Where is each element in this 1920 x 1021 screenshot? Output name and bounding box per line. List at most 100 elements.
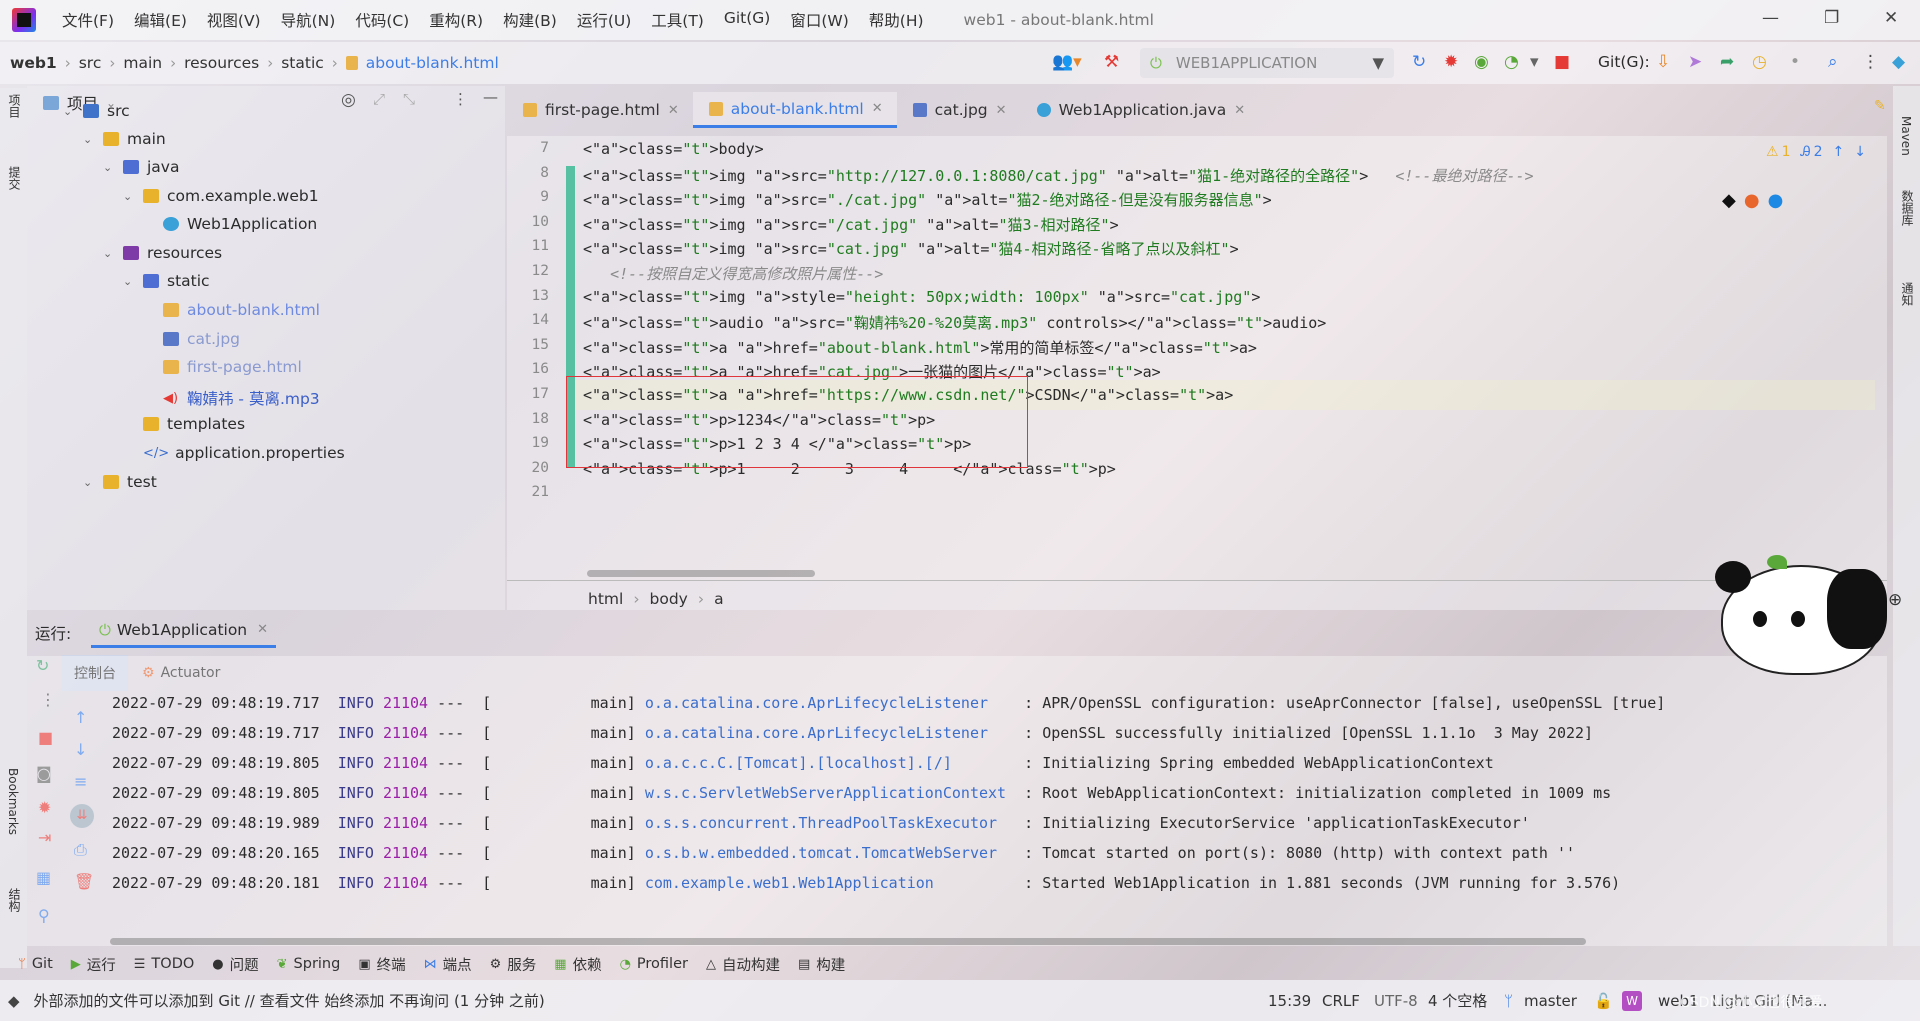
- git-rollback-icon[interactable]: •: [1790, 52, 1800, 72]
- tool-window-run[interactable]: ▶ 运行: [71, 954, 116, 975]
- file-encoding[interactable]: UTF-8: [1374, 992, 1418, 1010]
- tool-window-problems[interactable]: ● 问题: [212, 954, 258, 975]
- tree-item[interactable]: ⌄ src: [63, 102, 130, 120]
- tree-item[interactable]: ⌄ java: [103, 158, 179, 176]
- menu-item[interactable]: 运行(U): [567, 9, 641, 31]
- code-line[interactable]: <"a">class="t">audio "a">src="鞠婧祎%20-%20…: [583, 312, 1326, 333]
- code-line[interactable]: <"a">class="t">img "a">style="height: 50…: [583, 288, 1260, 306]
- tab-about-blank[interactable]: about-blank.html ✕: [692, 92, 897, 128]
- tree-item[interactable]: first-page.html: [143, 358, 302, 376]
- tool-window-git[interactable]: ᛘ Git: [18, 956, 53, 972]
- menu-item[interactable]: 工具(T): [641, 9, 714, 31]
- git-push-icon[interactable]: ➦: [1720, 52, 1734, 72]
- chevron-down-icon[interactable]: ⌄: [123, 190, 135, 203]
- breadcrumb-src[interactable]: src: [79, 54, 102, 72]
- tool-window-dependencies[interactable]: ▦ 依赖: [554, 954, 601, 975]
- log-line[interactable]: 2022-07-29 09:48:19.989 INFO 21104 --- […: [112, 814, 1530, 832]
- ai-assistant-icon[interactable]: ✎: [1874, 98, 1886, 114]
- breadcrumb-main[interactable]: main: [123, 54, 162, 72]
- log-line[interactable]: 2022-07-29 09:48:19.805 INFO 21104 --- […: [112, 754, 1494, 772]
- run-config-selector[interactable]: ⏻ WEB1APPLICATION ▼: [1140, 48, 1394, 78]
- code-line[interactable]: <"a">class="t">img "a">src="./cat.jpg" "…: [583, 189, 1272, 210]
- git-update-icon[interactable]: ⇩: [1656, 52, 1670, 72]
- git-branch[interactable]: master: [1524, 992, 1577, 1010]
- code-line[interactable]: <"a">class="t">img "a">src="http://127.0…: [583, 165, 1534, 186]
- indent-setting[interactable]: 4 个空格: [1428, 990, 1487, 1011]
- tool-window-terminal[interactable]: ▣ 终端: [358, 954, 405, 975]
- log-line[interactable]: 2022-07-29 09:48:20.181 INFO 21104 --- […: [112, 874, 1620, 892]
- firefox-icon[interactable]: ●: [1744, 190, 1760, 211]
- line-separator[interactable]: CRLF: [1322, 992, 1360, 1010]
- right-strip-notifications[interactable]: 通知: [1899, 282, 1916, 306]
- chevron-down-icon[interactable]: ⌄: [123, 275, 135, 288]
- tab-first-page[interactable]: first-page.html ✕: [507, 92, 693, 128]
- left-strip-commit[interactable]: 提交: [6, 166, 23, 190]
- tree-item[interactable]: ⌄ resources: [103, 244, 222, 262]
- close-window-icon[interactable]: ✕: [1884, 8, 1898, 28]
- tree-item[interactable]: </> application.properties: [123, 444, 345, 462]
- run-config-tab[interactable]: ⏻ Web1Application ✕: [91, 614, 277, 648]
- crumb-html[interactable]: html: [588, 590, 623, 608]
- code-line[interactable]: <"a">class="t">img "a">src="/cat.jpg" "a…: [583, 214, 1119, 235]
- code-line[interactable]: <"a">class="t">a "a">href="about-blank.h…: [583, 337, 1257, 358]
- menu-item[interactable]: Git(G): [714, 9, 781, 31]
- rerun-icon[interactable]: ↻: [1412, 52, 1426, 72]
- chevron-down-icon[interactable]: ⌄: [63, 105, 75, 118]
- console-horizontal-scrollbar[interactable]: [110, 938, 1586, 945]
- jetbrains-assistant-icon[interactable]: ◆: [1892, 52, 1905, 72]
- build-hammer-icon[interactable]: ⚒: [1104, 52, 1119, 72]
- tree-item[interactable]: cat.jpg: [143, 330, 240, 348]
- user-account-icon[interactable]: 👥▾: [1052, 52, 1082, 72]
- ime-toggle-icon[interactable]: ⊕: [1888, 590, 1902, 610]
- log-line[interactable]: 2022-07-29 09:48:19.717 INFO 21104 --- […: [112, 694, 1665, 712]
- intellij-browser-icon[interactable]: ◆: [1722, 190, 1736, 211]
- close-tab-icon[interactable]: ✕: [257, 622, 268, 637]
- chevron-down-icon[interactable]: ⌄: [103, 161, 115, 174]
- minimize-icon[interactable]: —: [1762, 8, 1779, 28]
- tool-window-services[interactable]: ⚙ 服务: [490, 954, 537, 975]
- close-tab-icon[interactable]: ✕: [872, 101, 883, 116]
- lock-icon[interactable]: 🔓: [1594, 992, 1613, 1010]
- profiler-icon[interactable]: ◔: [1504, 52, 1519, 72]
- code-line[interactable]: <"a">class="t">img "a">src="cat.jpg" "a"…: [583, 238, 1239, 259]
- breadcrumb-project[interactable]: web1: [10, 54, 57, 72]
- tool-window-endpoints[interactable]: ⋈ 端点: [424, 954, 472, 975]
- code-line[interactable]: <"a">class="t">body>: [583, 140, 764, 158]
- menu-item[interactable]: 文件(F): [52, 9, 124, 31]
- edge-icon[interactable]: ●: [1768, 190, 1784, 211]
- intellij-logo-icon[interactable]: [12, 8, 36, 32]
- git-commit-icon[interactable]: ➤: [1688, 52, 1702, 72]
- close-tab-icon[interactable]: ✕: [996, 103, 1007, 118]
- crumb-a[interactable]: a: [714, 590, 724, 608]
- status-message[interactable]: 外部添加的文件可以添加到 Git // 查看文件 始终添加 不再询问 (1 分钟…: [34, 990, 545, 1011]
- tool-window-auto-build[interactable]: △ 自动构建: [706, 954, 780, 975]
- chevron-down-icon[interactable]: ⌄: [83, 133, 95, 146]
- debug-icon[interactable]: ✹: [1444, 52, 1458, 72]
- tree-item[interactable]: ⌄ test: [83, 473, 157, 491]
- menu-item[interactable]: 窗口(W): [780, 9, 858, 31]
- chevron-down-icon[interactable]: ⌄: [103, 247, 115, 260]
- left-strip-project[interactable]: 项目: [6, 94, 23, 118]
- tab-cat-jpg[interactable]: cat.jpg ✕: [897, 92, 1021, 128]
- git-history-icon[interactable]: ◷: [1752, 52, 1767, 72]
- chevron-down-icon[interactable]: ⌄: [83, 476, 95, 489]
- close-tab-icon[interactable]: ✕: [668, 103, 679, 118]
- left-strip-structure[interactable]: 结构: [6, 888, 23, 912]
- collapse-all-icon[interactable]: ⤡: [403, 90, 415, 108]
- more-run-icon[interactable]: ▾: [1530, 52, 1539, 72]
- breadcrumb-static[interactable]: static: [281, 54, 324, 72]
- previous-highlight-icon[interactable]: ↑: [1833, 144, 1845, 160]
- crumb-body[interactable]: body: [650, 590, 688, 608]
- horizontal-scrollbar[interactable]: [587, 570, 815, 577]
- tree-item[interactable]: Web1Application: [143, 215, 317, 233]
- breadcrumb-resources[interactable]: resources: [184, 54, 259, 72]
- tree-item[interactable]: ⌄ main: [83, 130, 166, 148]
- tool-window-todo[interactable]: ☰ TODO: [134, 956, 195, 972]
- stop-icon[interactable]: ■: [1554, 52, 1570, 72]
- tree-item[interactable]: ◀) 鞠婧祎 - 莫离.mp3: [143, 387, 320, 409]
- tool-window-spring[interactable]: ❦ Spring: [277, 956, 341, 972]
- next-highlight-icon[interactable]: ↓: [1854, 144, 1866, 160]
- code-line[interactable]: <!--按照自定义得宽高修改照片属性-->: [583, 263, 883, 284]
- inspection-widget[interactable]: ⚠ 1 Ꭿ2 ↑ ↓: [1766, 144, 1866, 160]
- tree-item[interactable]: ⌄ static: [123, 272, 210, 290]
